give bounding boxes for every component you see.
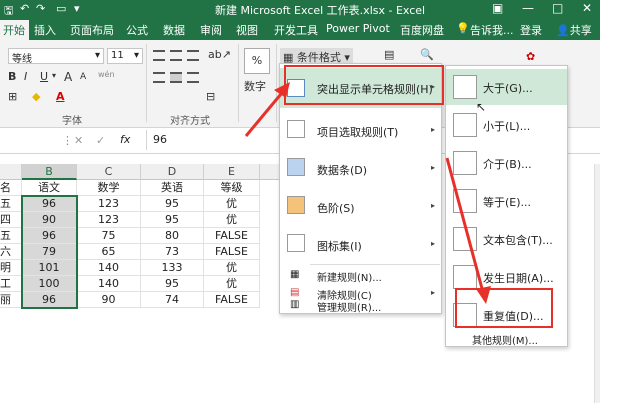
cursor-icon: ↖ [476,100,487,114]
arrow-to-menu [244,87,288,137]
annotation-arrows [244,82,491,304]
arrow-to-duplicate [445,157,486,297]
arrowhead-icon [476,286,491,304]
arrowhead-icon [274,82,290,98]
